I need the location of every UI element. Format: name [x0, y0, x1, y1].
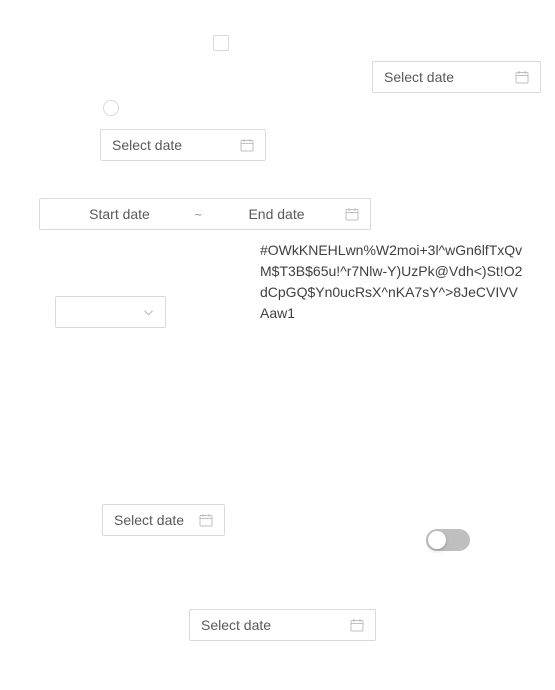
date-picker-input[interactable]: Select date: [384, 69, 515, 85]
date-picker[interactable]: Select date: [100, 129, 266, 161]
date-picker-input[interactable]: Select date: [114, 512, 199, 528]
switch-handle: [428, 531, 446, 549]
toggle-switch[interactable]: [426, 529, 470, 551]
checkbox[interactable]: [213, 35, 229, 51]
range-separator: ~: [194, 206, 202, 222]
form-canvas: Select date Select date Start date ~ End…: [0, 0, 555, 690]
date-picker-input[interactable]: Select date: [112, 137, 240, 153]
date-picker[interactable]: Select date: [189, 609, 376, 641]
date-picker-input[interactable]: Select date: [201, 617, 350, 633]
calendar-icon: [199, 513, 213, 527]
calendar-icon: [240, 138, 254, 152]
calendar-icon: [350, 618, 364, 632]
range-end-input[interactable]: End date: [208, 206, 345, 222]
range-start-input[interactable]: Start date: [51, 206, 188, 222]
date-picker[interactable]: Select date: [372, 61, 541, 93]
calendar-icon: [515, 70, 529, 84]
date-picker[interactable]: Select date: [102, 504, 225, 536]
calendar-icon: [345, 207, 359, 221]
chevron-down-icon: [143, 307, 154, 318]
text-block: #OWkKNEHLwn%W2moi+3l^wGn6lfTxQvM$T3B$65u…: [260, 242, 523, 321]
select-dropdown[interactable]: [55, 296, 166, 328]
date-range-picker[interactable]: Start date ~ End date: [39, 198, 371, 230]
radio-button[interactable]: [103, 100, 119, 116]
